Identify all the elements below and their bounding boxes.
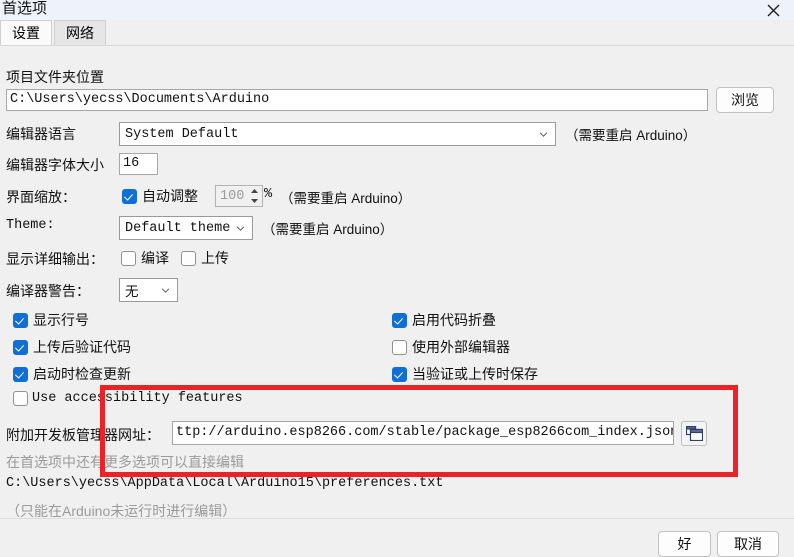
theme-note-row: （需要重启 Arduino） <box>262 218 393 238</box>
prefs-file-path: C:\Users\yecss\AppData\Local\Arduino15\p… <box>6 476 444 491</box>
verbose-upload-label: 上传 <box>201 250 229 266</box>
interface-scale-percent-sign: % <box>264 187 273 202</box>
more-prefs-hint: 在首选项中还有更多选项可以直接编辑 <box>6 454 244 470</box>
interface-scale-percent-stepper[interactable]: 100 <box>215 185 263 207</box>
checkbox-box <box>13 366 28 382</box>
interface-scale-percent-value: 100 <box>220 188 245 204</box>
cascade-windows-icon <box>685 426 703 441</box>
sketchbook-location-label-row: 项目文件夹位置 <box>6 67 104 87</box>
compiler-warnings-select[interactable]: 无 <box>119 278 178 302</box>
theme-value: Default theme <box>125 220 231 236</box>
stepper-up-icon <box>251 189 258 193</box>
show-line-numbers-label: 显示行号 <box>33 312 89 328</box>
board-manager-urls-input[interactable]: ttp://arduino.esp8266.com/stable/package… <box>172 421 674 445</box>
checkbox-box <box>13 339 28 355</box>
chevron-down-icon <box>236 226 245 231</box>
enable-code-folding-label: 启用代码折叠 <box>412 312 496 328</box>
check-updates-on-startup-checkbox[interactable]: 启动时检查更新 <box>13 364 131 384</box>
browse-button[interactable]: 浏览 <box>716 87 774 113</box>
checkbox-box <box>13 391 28 406</box>
dialog-footer: 好 取消 <box>0 518 794 557</box>
theme-note: （需要重启 Arduino） <box>262 222 394 237</box>
chevron-down-icon <box>161 288 170 293</box>
chevron-down-icon <box>539 132 548 137</box>
interface-scale-percent-sign-row: % <box>264 187 272 202</box>
enable-code-folding-checkbox[interactable]: 启用代码折叠 <box>392 310 496 330</box>
stepper-buttons[interactable] <box>249 188 260 204</box>
tab-settings[interactable]: 设置 <box>0 20 52 45</box>
interface-scale-auto-label: 自动调整 <box>142 188 198 204</box>
prefs-edit-note-app: Arduino <box>62 503 111 519</box>
verbose-upload-checkbox[interactable]: 上传 <box>181 248 229 268</box>
use-external-editor-checkbox[interactable]: 使用外部编辑器 <box>392 337 510 357</box>
open-urls-editor-button[interactable] <box>681 421 707 446</box>
editor-language-value: System Default <box>125 126 239 142</box>
settings-panel: 项目文件夹位置 C:\Users\yecss\Documents\Arduino… <box>0 46 794 519</box>
sketchbook-location-label: 项目文件夹位置 <box>6 69 104 85</box>
use-external-editor-label: 使用外部编辑器 <box>412 339 510 355</box>
verbose-output-label: 显示详细输出： <box>6 251 104 267</box>
interface-scale-auto-checkbox[interactable]: 自动调整 <box>122 186 198 206</box>
editor-language-select[interactable]: System Default <box>119 122 556 146</box>
board-manager-urls-label-row: 附加开发板管理器网址： <box>6 425 160 445</box>
verbose-compile-label: 编译 <box>141 250 169 266</box>
checkbox-box <box>392 312 407 328</box>
editor-font-size-label: 编辑器字体大小 <box>6 157 104 173</box>
editor-language-label: 编辑器语言 <box>6 126 76 142</box>
window-title: 首选项 <box>2 0 48 17</box>
prefs-file-path-row: C:\Users\yecss\AppData\Local\Arduino15\p… <box>6 476 443 491</box>
verbose-compile-checkbox[interactable]: 编译 <box>121 248 169 268</box>
use-accessibility-features-label: Use accessibility features <box>32 391 243 406</box>
checkbox-box <box>392 339 407 355</box>
editor-font-size-input[interactable]: 16 <box>119 153 158 175</box>
compiler-warnings-value: 无 <box>125 285 139 301</box>
checkbox-box <box>122 188 137 204</box>
checkbox-box <box>392 366 407 382</box>
close-icon <box>767 4 779 16</box>
compiler-warnings-label: 编译器警告： <box>6 283 90 299</box>
theme-label: Theme: <box>6 218 55 233</box>
save-on-verify-or-upload-checkbox[interactable]: 当验证或上传时保存 <box>392 364 538 384</box>
verify-after-upload-checkbox[interactable]: 上传后验证代码 <box>13 337 131 357</box>
interface-scale-note-row: （需要重启 Arduino） <box>280 187 411 207</box>
ok-button[interactable]: 好 <box>658 531 711 557</box>
board-manager-urls-label: 附加开发板管理器网址： <box>6 427 160 443</box>
theme-label-row: Theme: <box>6 218 55 233</box>
verify-after-upload-label: 上传后验证代码 <box>33 339 131 355</box>
checkbox-box <box>181 250 196 266</box>
verbose-output-label-row: 显示详细输出： <box>6 249 104 269</box>
interface-scale-note: （需要重启 Arduino） <box>280 191 412 206</box>
editor-language-note-row: （需要重启 Arduino） <box>565 124 696 144</box>
interface-scale-label-row: 界面缩放： <box>6 187 76 207</box>
sketchbook-location-input[interactable]: C:\Users\yecss\Documents\Arduino <box>6 89 708 111</box>
compiler-warnings-label-row: 编译器警告： <box>6 281 90 301</box>
tab-strip: 设置 网络 <box>0 20 794 46</box>
editor-language-label-row: 编辑器语言 <box>6 124 76 144</box>
checkbox-box <box>13 312 28 328</box>
tab-network[interactable]: 网络 <box>54 20 106 45</box>
close-button[interactable] <box>760 0 786 20</box>
more-prefs-hint-row: 在首选项中还有更多选项可以直接编辑 <box>6 452 244 472</box>
theme-select[interactable]: Default theme <box>119 216 253 240</box>
check-updates-on-startup-label: 启动时检查更新 <box>33 366 131 382</box>
show-line-numbers-checkbox[interactable]: 显示行号 <box>13 310 89 330</box>
stepper-down-icon <box>251 199 258 203</box>
checkbox-box <box>121 250 136 266</box>
editor-language-note: （需要重启 Arduino） <box>565 128 697 143</box>
use-accessibility-features-checkbox[interactable]: Use accessibility features <box>13 391 243 406</box>
save-on-verify-or-upload-label: 当验证或上传时保存 <box>412 366 538 382</box>
cancel-button[interactable]: 取消 <box>717 531 779 557</box>
title-bar: 首选项 <box>0 0 794 20</box>
editor-font-size-label-row: 编辑器字体大小 <box>6 155 104 175</box>
interface-scale-label: 界面缩放： <box>6 189 76 205</box>
